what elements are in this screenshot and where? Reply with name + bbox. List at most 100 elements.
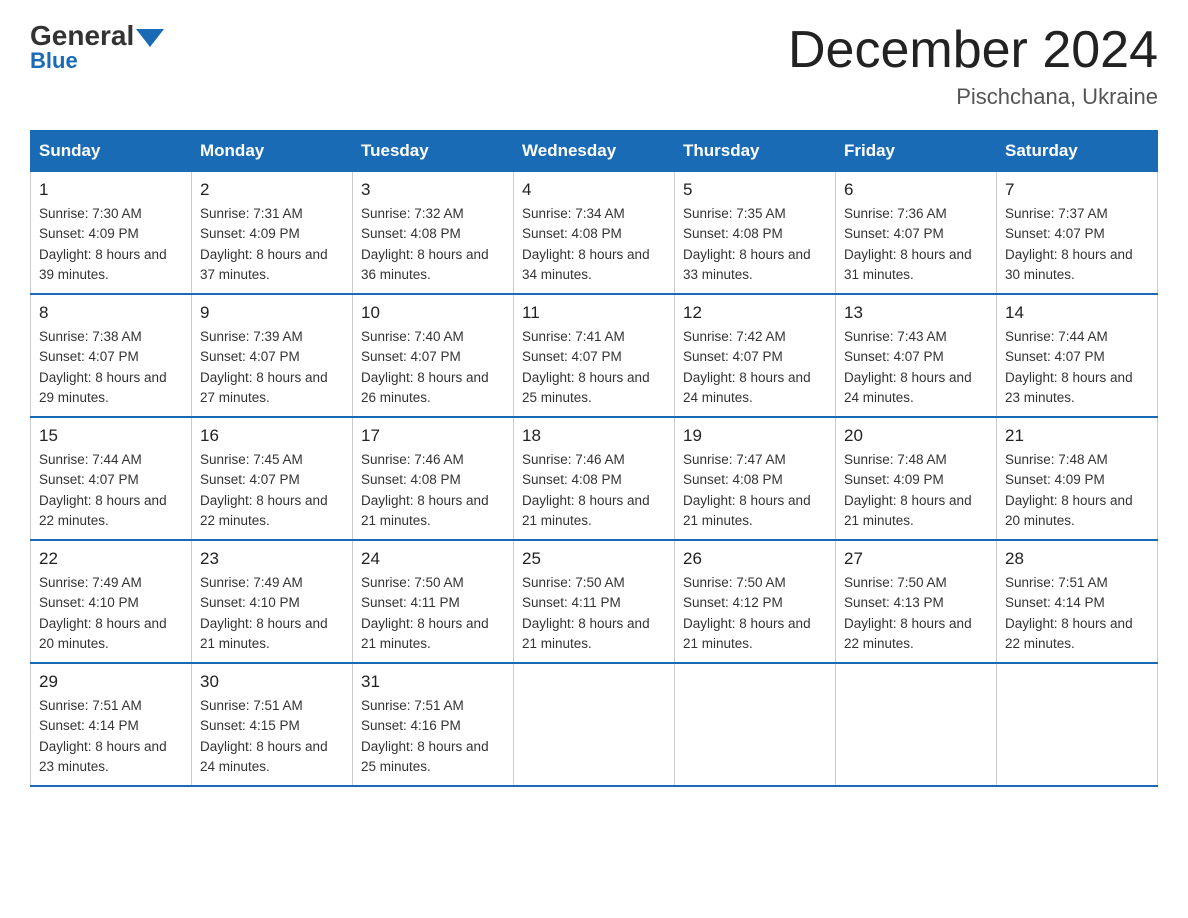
- logo-arrow-icon: [136, 29, 164, 47]
- calendar-week-row: 15 Sunrise: 7:44 AM Sunset: 4:07 PM Dayl…: [31, 417, 1158, 540]
- day-number: 12: [683, 303, 827, 323]
- table-row: 14 Sunrise: 7:44 AM Sunset: 4:07 PM Dayl…: [997, 294, 1158, 417]
- day-info: Sunrise: 7:48 AM Sunset: 4:09 PM Dayligh…: [844, 450, 988, 531]
- col-monday: Monday: [192, 131, 353, 172]
- day-info: Sunrise: 7:43 AM Sunset: 4:07 PM Dayligh…: [844, 327, 988, 408]
- day-number: 6: [844, 180, 988, 200]
- day-number: 17: [361, 426, 505, 446]
- day-number: 30: [200, 672, 344, 692]
- day-info: Sunrise: 7:37 AM Sunset: 4:07 PM Dayligh…: [1005, 204, 1149, 285]
- day-number: 23: [200, 549, 344, 569]
- table-row: 29 Sunrise: 7:51 AM Sunset: 4:14 PM Dayl…: [31, 663, 192, 786]
- day-number: 8: [39, 303, 183, 323]
- day-number: 4: [522, 180, 666, 200]
- col-tuesday: Tuesday: [353, 131, 514, 172]
- table-row: 5 Sunrise: 7:35 AM Sunset: 4:08 PM Dayli…: [675, 172, 836, 295]
- day-info: Sunrise: 7:51 AM Sunset: 4:14 PM Dayligh…: [39, 696, 183, 777]
- day-number: 11: [522, 303, 666, 323]
- day-info: Sunrise: 7:34 AM Sunset: 4:08 PM Dayligh…: [522, 204, 666, 285]
- col-saturday: Saturday: [997, 131, 1158, 172]
- day-number: 25: [522, 549, 666, 569]
- day-number: 15: [39, 426, 183, 446]
- day-info: Sunrise: 7:47 AM Sunset: 4:08 PM Dayligh…: [683, 450, 827, 531]
- table-row: 10 Sunrise: 7:40 AM Sunset: 4:07 PM Dayl…: [353, 294, 514, 417]
- day-number: 29: [39, 672, 183, 692]
- table-row: 12 Sunrise: 7:42 AM Sunset: 4:07 PM Dayl…: [675, 294, 836, 417]
- table-row: 18 Sunrise: 7:46 AM Sunset: 4:08 PM Dayl…: [514, 417, 675, 540]
- table-row: 9 Sunrise: 7:39 AM Sunset: 4:07 PM Dayli…: [192, 294, 353, 417]
- day-info: Sunrise: 7:46 AM Sunset: 4:08 PM Dayligh…: [522, 450, 666, 531]
- table-row: 21 Sunrise: 7:48 AM Sunset: 4:09 PM Dayl…: [997, 417, 1158, 540]
- day-number: 20: [844, 426, 988, 446]
- calendar-header-row: Sunday Monday Tuesday Wednesday Thursday…: [31, 131, 1158, 172]
- month-title: December 2024: [788, 20, 1158, 80]
- day-info: Sunrise: 7:50 AM Sunset: 4:11 PM Dayligh…: [361, 573, 505, 654]
- table-row: 15 Sunrise: 7:44 AM Sunset: 4:07 PM Dayl…: [31, 417, 192, 540]
- day-number: 14: [1005, 303, 1149, 323]
- day-number: 18: [522, 426, 666, 446]
- table-row: 3 Sunrise: 7:32 AM Sunset: 4:08 PM Dayli…: [353, 172, 514, 295]
- col-sunday: Sunday: [31, 131, 192, 172]
- table-row: 6 Sunrise: 7:36 AM Sunset: 4:07 PM Dayli…: [836, 172, 997, 295]
- table-row: 13 Sunrise: 7:43 AM Sunset: 4:07 PM Dayl…: [836, 294, 997, 417]
- day-info: Sunrise: 7:40 AM Sunset: 4:07 PM Dayligh…: [361, 327, 505, 408]
- table-row: 26 Sunrise: 7:50 AM Sunset: 4:12 PM Dayl…: [675, 540, 836, 663]
- day-number: 13: [844, 303, 988, 323]
- calendar-table: Sunday Monday Tuesday Wednesday Thursday…: [30, 130, 1158, 787]
- table-row: [836, 663, 997, 786]
- day-info: Sunrise: 7:30 AM Sunset: 4:09 PM Dayligh…: [39, 204, 183, 285]
- day-info: Sunrise: 7:49 AM Sunset: 4:10 PM Dayligh…: [200, 573, 344, 654]
- day-number: 2: [200, 180, 344, 200]
- table-row: 16 Sunrise: 7:45 AM Sunset: 4:07 PM Dayl…: [192, 417, 353, 540]
- day-info: Sunrise: 7:48 AM Sunset: 4:09 PM Dayligh…: [1005, 450, 1149, 531]
- table-row: [514, 663, 675, 786]
- page-header: General Blue December 2024 Pischchana, U…: [30, 20, 1158, 110]
- table-row: 20 Sunrise: 7:48 AM Sunset: 4:09 PM Dayl…: [836, 417, 997, 540]
- table-row: 31 Sunrise: 7:51 AM Sunset: 4:16 PM Dayl…: [353, 663, 514, 786]
- calendar-week-row: 22 Sunrise: 7:49 AM Sunset: 4:10 PM Dayl…: [31, 540, 1158, 663]
- day-number: 24: [361, 549, 505, 569]
- calendar-week-row: 8 Sunrise: 7:38 AM Sunset: 4:07 PM Dayli…: [31, 294, 1158, 417]
- location: Pischchana, Ukraine: [788, 84, 1158, 110]
- table-row: 24 Sunrise: 7:50 AM Sunset: 4:11 PM Dayl…: [353, 540, 514, 663]
- title-section: December 2024 Pischchana, Ukraine: [788, 20, 1158, 110]
- day-number: 9: [200, 303, 344, 323]
- col-friday: Friday: [836, 131, 997, 172]
- table-row: 2 Sunrise: 7:31 AM Sunset: 4:09 PM Dayli…: [192, 172, 353, 295]
- day-info: Sunrise: 7:41 AM Sunset: 4:07 PM Dayligh…: [522, 327, 666, 408]
- day-info: Sunrise: 7:45 AM Sunset: 4:07 PM Dayligh…: [200, 450, 344, 531]
- day-info: Sunrise: 7:32 AM Sunset: 4:08 PM Dayligh…: [361, 204, 505, 285]
- day-number: 3: [361, 180, 505, 200]
- table-row: 27 Sunrise: 7:50 AM Sunset: 4:13 PM Dayl…: [836, 540, 997, 663]
- day-info: Sunrise: 7:39 AM Sunset: 4:07 PM Dayligh…: [200, 327, 344, 408]
- table-row: 17 Sunrise: 7:46 AM Sunset: 4:08 PM Dayl…: [353, 417, 514, 540]
- day-info: Sunrise: 7:49 AM Sunset: 4:10 PM Dayligh…: [39, 573, 183, 654]
- day-info: Sunrise: 7:51 AM Sunset: 4:15 PM Dayligh…: [200, 696, 344, 777]
- day-info: Sunrise: 7:51 AM Sunset: 4:16 PM Dayligh…: [361, 696, 505, 777]
- day-number: 27: [844, 549, 988, 569]
- day-number: 26: [683, 549, 827, 569]
- table-row: 28 Sunrise: 7:51 AM Sunset: 4:14 PM Dayl…: [997, 540, 1158, 663]
- table-row: 11 Sunrise: 7:41 AM Sunset: 4:07 PM Dayl…: [514, 294, 675, 417]
- table-row: 23 Sunrise: 7:49 AM Sunset: 4:10 PM Dayl…: [192, 540, 353, 663]
- col-thursday: Thursday: [675, 131, 836, 172]
- day-info: Sunrise: 7:38 AM Sunset: 4:07 PM Dayligh…: [39, 327, 183, 408]
- day-info: Sunrise: 7:50 AM Sunset: 4:11 PM Dayligh…: [522, 573, 666, 654]
- day-info: Sunrise: 7:50 AM Sunset: 4:13 PM Dayligh…: [844, 573, 988, 654]
- calendar-week-row: 29 Sunrise: 7:51 AM Sunset: 4:14 PM Dayl…: [31, 663, 1158, 786]
- day-info: Sunrise: 7:51 AM Sunset: 4:14 PM Dayligh…: [1005, 573, 1149, 654]
- table-row: 19 Sunrise: 7:47 AM Sunset: 4:08 PM Dayl…: [675, 417, 836, 540]
- table-row: 8 Sunrise: 7:38 AM Sunset: 4:07 PM Dayli…: [31, 294, 192, 417]
- day-info: Sunrise: 7:44 AM Sunset: 4:07 PM Dayligh…: [39, 450, 183, 531]
- day-info: Sunrise: 7:35 AM Sunset: 4:08 PM Dayligh…: [683, 204, 827, 285]
- table-row: 30 Sunrise: 7:51 AM Sunset: 4:15 PM Dayl…: [192, 663, 353, 786]
- table-row: [675, 663, 836, 786]
- table-row: [997, 663, 1158, 786]
- day-number: 16: [200, 426, 344, 446]
- day-info: Sunrise: 7:46 AM Sunset: 4:08 PM Dayligh…: [361, 450, 505, 531]
- logo: General Blue: [30, 20, 164, 74]
- day-info: Sunrise: 7:50 AM Sunset: 4:12 PM Dayligh…: [683, 573, 827, 654]
- day-number: 5: [683, 180, 827, 200]
- col-wednesday: Wednesday: [514, 131, 675, 172]
- day-info: Sunrise: 7:44 AM Sunset: 4:07 PM Dayligh…: [1005, 327, 1149, 408]
